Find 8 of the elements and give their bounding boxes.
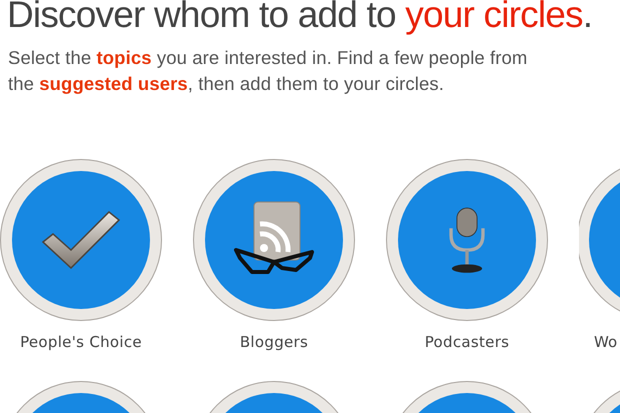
topic-label[interactable]: Podcasters — [424, 333, 510, 351]
intro-text: Select the topics you are interested in. Find a few people from — [8, 46, 528, 70]
topic-label[interactable]: Bloggers — [240, 333, 308, 351]
page-heading: Discover whom to add to your circles. — [7, 0, 594, 36]
topic-label[interactable]: People's Choice — [20, 333, 142, 351]
topic-label[interactable]: Wo — [594, 333, 618, 351]
check-icon — [41, 210, 121, 270]
intro-text: the suggested users, then add them to your circles. — [8, 72, 445, 96]
